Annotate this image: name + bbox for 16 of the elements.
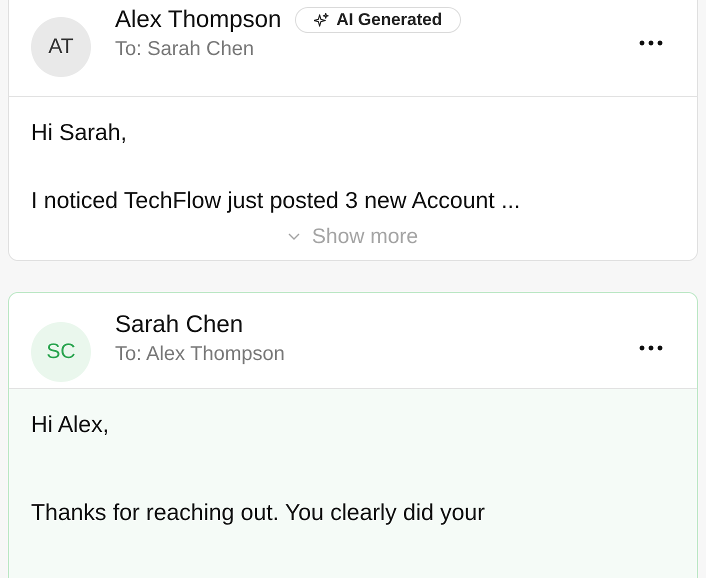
ai-generated-badge: AI Generated: [295, 7, 462, 33]
sender-name: Alex Thompson: [115, 6, 282, 34]
show-more-button[interactable]: Show more: [282, 224, 424, 250]
message-text: Thanks for reaching out. You clearly did your: [31, 498, 486, 526]
avatar: SC: [31, 322, 91, 382]
more-options-icon[interactable]: [639, 40, 663, 46]
recipient: To: Sarah Chen: [115, 38, 255, 61]
avatar: AT: [31, 16, 91, 76]
chevron-down-icon: [288, 233, 300, 242]
message-text: Hi Sarah,: [31, 119, 128, 147]
message-text: I noticed TechFlow just posted 3 new Account ...: [31, 186, 522, 214]
sender-name: Sarah Chen: [115, 311, 244, 340]
more-options-icon[interactable]: [639, 344, 663, 351]
sparkle-icon: [314, 12, 330, 28]
message-text: Hi Alex,: [31, 411, 110, 439]
recipient: To: Alex Thompson: [115, 343, 286, 366]
